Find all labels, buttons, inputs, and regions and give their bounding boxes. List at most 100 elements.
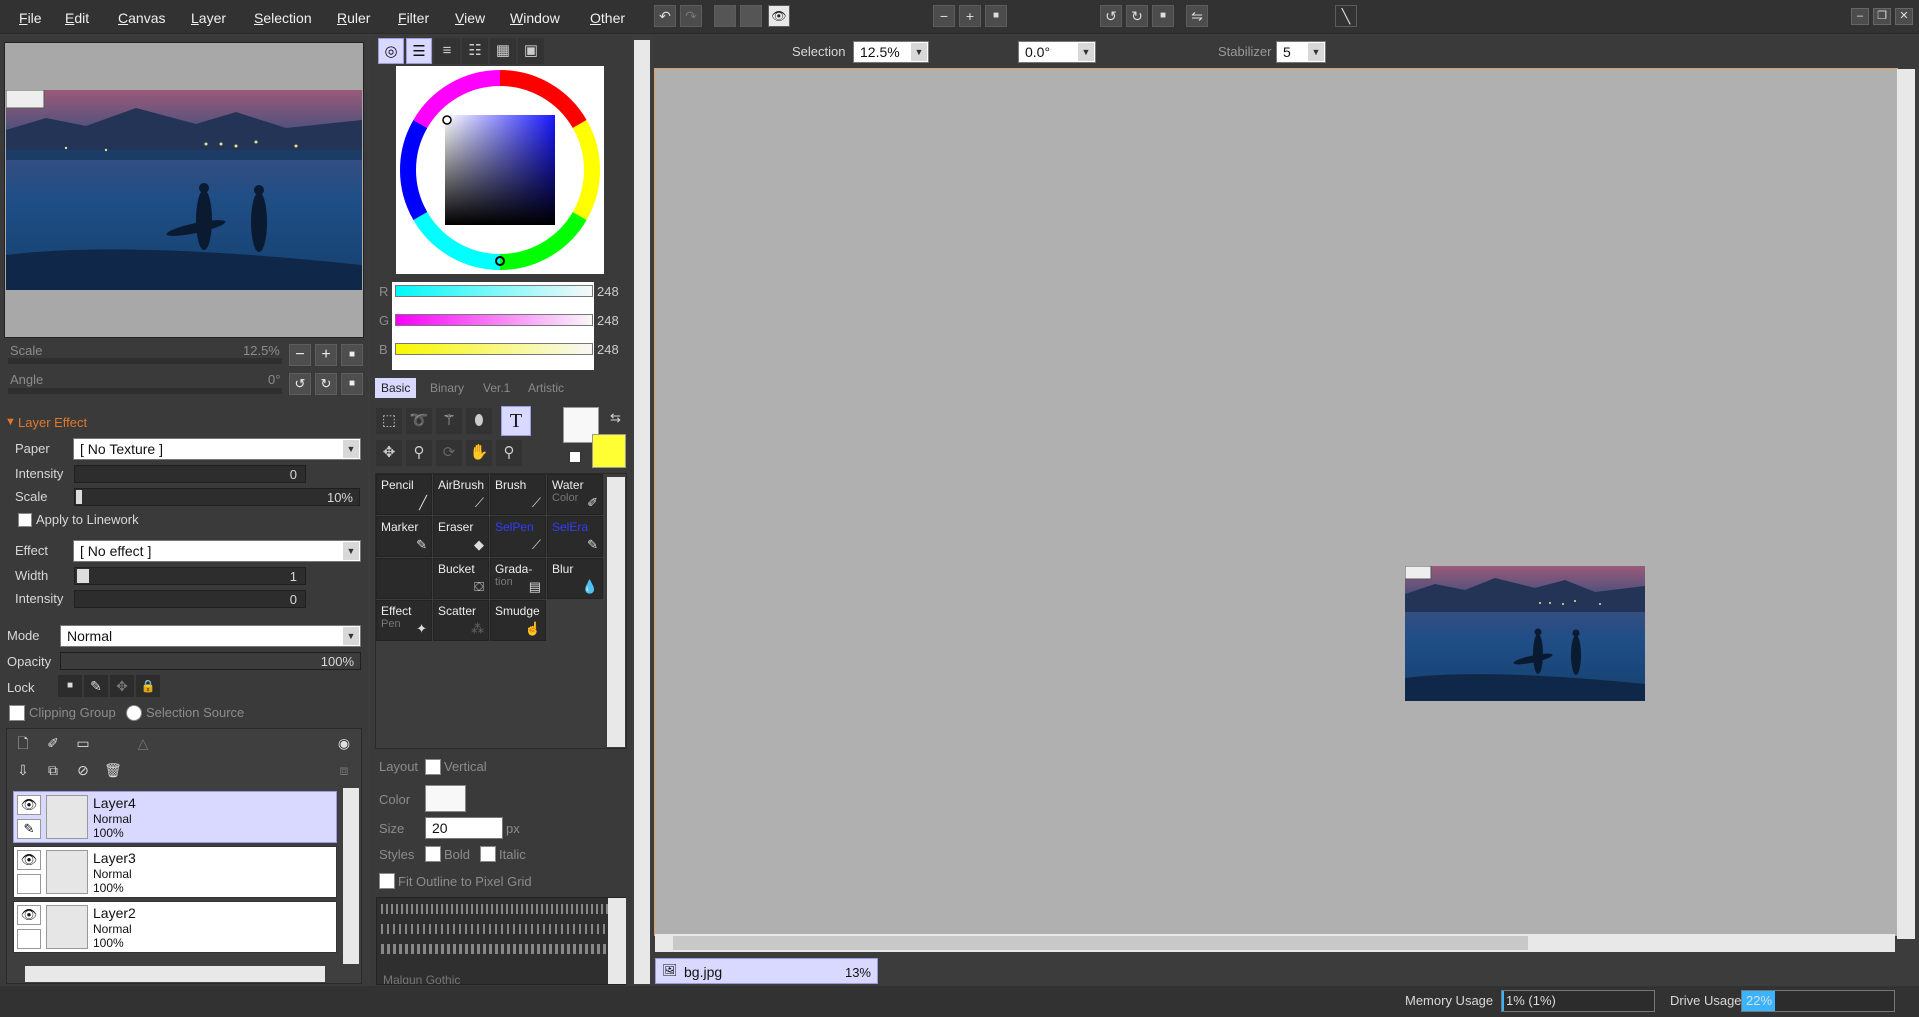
brush-effectpen[interactable]: Effect Pen ✦: [376, 600, 432, 641]
transparent-color-icon[interactable]: [569, 451, 581, 463]
r-slider[interactable]: [395, 285, 593, 297]
layer-options-icon[interactable]: ⧈: [332, 759, 356, 781]
menu-layer[interactable]: Layer: [191, 10, 226, 26]
menu-canvas[interactable]: Canvas: [118, 10, 165, 26]
text-color-swatch[interactable]: [425, 785, 466, 812]
delete-layer-icon[interactable]: 🗑: [101, 759, 125, 781]
clear-layer-icon[interactable]: ⊘: [71, 759, 95, 781]
edit-pen-icon[interactable]: ✎: [17, 819, 41, 839]
minimize-button[interactable]: –: [1851, 8, 1869, 25]
selection-source-checkbox[interactable]: [126, 705, 142, 721]
new-linework-layer-icon[interactable]: ✐: [41, 732, 65, 754]
b-slider[interactable]: [395, 343, 593, 355]
zoom-in-button[interactable]: +: [315, 344, 337, 366]
toolbar-zoom-reset-button[interactable]: ■: [985, 5, 1007, 27]
effect-select[interactable]: [ No effect ] ▼: [73, 540, 361, 562]
brush-watercolor[interactable]: Water Color ✐: [547, 474, 603, 515]
canvas-area[interactable]: [654, 68, 1898, 936]
canvas-vertical-scrollbar[interactable]: [1897, 69, 1915, 939]
brush-grid-scrollbar[interactable]: [607, 477, 625, 747]
canvas-horizontal-scrollbar[interactable]: [655, 934, 1895, 952]
brush-empty[interactable]: [376, 558, 432, 599]
color-wheel[interactable]: [396, 66, 604, 274]
toolbar-rotate-right-button[interactable]: ↻: [1126, 5, 1148, 27]
edit-pen-icon[interactable]: [17, 874, 41, 894]
font-size-input[interactable]: 20: [425, 817, 503, 839]
visibility-eye-icon[interactable]: 👁: [17, 850, 41, 870]
deselect-button[interactable]: [714, 5, 736, 27]
visibility-eye-icon[interactable]: 👁: [17, 905, 41, 925]
effect-intensity-slider[interactable]: 0: [74, 590, 306, 608]
tools-panel-scrollbar[interactable]: [634, 40, 650, 984]
brush-eraser[interactable]: Eraser ◆: [433, 516, 489, 557]
toolbar-rotate-reset-button[interactable]: ■: [1152, 5, 1174, 27]
restore-button[interactable]: ❐: [1873, 8, 1891, 25]
scale-slider[interactable]: [8, 358, 282, 364]
menu-filter[interactable]: Filter: [398, 10, 429, 26]
clipping-group-checkbox[interactable]: [9, 705, 25, 721]
layer-list-hscrollbar[interactable]: [25, 966, 325, 982]
visibility-eye-icon[interactable]: 👁: [17, 795, 41, 815]
zoom-out-button[interactable]: −: [289, 344, 311, 366]
rgb-sliders-icon[interactable]: ☰: [406, 38, 432, 64]
edit-pen-icon[interactable]: [17, 929, 41, 949]
new-folder-icon[interactable]: ▭: [71, 732, 95, 754]
menu-edit[interactable]: Edit: [65, 10, 89, 26]
scratchpad-icon[interactable]: ▣: [518, 38, 544, 64]
slider-handle[interactable]: [76, 490, 82, 504]
text-tool-icon[interactable]: T: [501, 406, 531, 436]
zoom-reset-button[interactable]: ■: [341, 344, 363, 366]
brush-scatter[interactable]: Scatter ⁂: [433, 600, 489, 641]
brush-smudge[interactable]: Smudge ☝: [490, 600, 546, 641]
collapse-arrow-icon[interactable]: ▼: [5, 416, 16, 428]
tab-ver1[interactable]: Ver.1: [477, 378, 516, 398]
lasso-icon[interactable]: ➰: [406, 408, 432, 434]
lock-move-icon[interactable]: ✥: [110, 675, 134, 697]
lock-transparency-icon[interactable]: ■: [58, 675, 82, 697]
rotate-left-button[interactable]: ↺: [289, 373, 311, 395]
brush-pencil[interactable]: Pencil ╱: [376, 474, 432, 515]
hsv-sliders-icon[interactable]: ≡: [434, 38, 460, 64]
menu-file[interactable]: File: [19, 10, 42, 26]
brush-selpen[interactable]: SelPen ⟋: [490, 516, 546, 557]
menu-selection[interactable]: Selection: [254, 10, 312, 26]
invert-selection-button[interactable]: [740, 5, 762, 27]
undo-button[interactable]: ↶: [654, 5, 676, 27]
redo-button[interactable]: ↷: [680, 5, 702, 27]
g-slider[interactable]: [395, 314, 593, 326]
menu-view[interactable]: View: [455, 10, 485, 26]
swap-colors-icon[interactable]: ⇆: [610, 410, 621, 426]
toolbar-zoom-out-button[interactable]: −: [933, 5, 955, 27]
brush-selera[interactable]: SelEra ✎: [547, 516, 603, 557]
fit-pixel-grid-checkbox[interactable]: [379, 873, 395, 889]
transfer-down-icon[interactable]: ⇩: [11, 759, 35, 781]
close-button[interactable]: ✕: [1895, 8, 1913, 25]
brush-marker[interactable]: Marker ✎: [376, 516, 432, 557]
canvas-document-image[interactable]: [1405, 566, 1645, 701]
tab-basic[interactable]: Basic: [375, 378, 417, 398]
brush-bucket[interactable]: Bucket ⛋: [433, 558, 489, 599]
layer-row[interactable]: 👁 ✎ Layer4 Normal 100%: [13, 791, 337, 843]
color-wheel-icon[interactable]: ◎: [378, 38, 404, 64]
stabilizer-select[interactable]: 5 ▼: [1276, 41, 1326, 63]
toolbar-zoom-in-button[interactable]: +: [959, 5, 981, 27]
opacity-slider[interactable]: 100%: [60, 652, 361, 670]
rotation-select[interactable]: 0.0° ▼: [1018, 41, 1096, 63]
zoom-select[interactable]: 12.5% ▼: [853, 41, 929, 63]
brush-gradation[interactable]: Grada-tion ▤: [490, 558, 546, 599]
bold-checkbox[interactable]: [425, 846, 441, 862]
layer-panel-toggle-icon[interactable]: ◉: [332, 732, 356, 754]
brush-blur[interactable]: Blur 💧: [547, 558, 603, 599]
paper-scale-slider[interactable]: 10%: [74, 488, 360, 506]
b-value[interactable]: 248: [597, 342, 619, 357]
secondary-color-swatch[interactable]: [592, 434, 626, 468]
rotate-reset-button[interactable]: ■: [341, 373, 363, 395]
show-selection-icon[interactable]: 👁: [768, 5, 790, 27]
paper-intensity-slider[interactable]: 0: [74, 465, 306, 483]
effect-width-slider[interactable]: 1: [74, 567, 306, 585]
new-layer-icon[interactable]: 🗋: [11, 732, 35, 754]
layer-list-scrollbar[interactable]: [343, 788, 359, 964]
tab-binary[interactable]: Binary: [424, 378, 470, 398]
menu-window[interactable]: Window: [510, 10, 560, 26]
paper-select[interactable]: [ No Texture ] ▼: [73, 438, 361, 460]
